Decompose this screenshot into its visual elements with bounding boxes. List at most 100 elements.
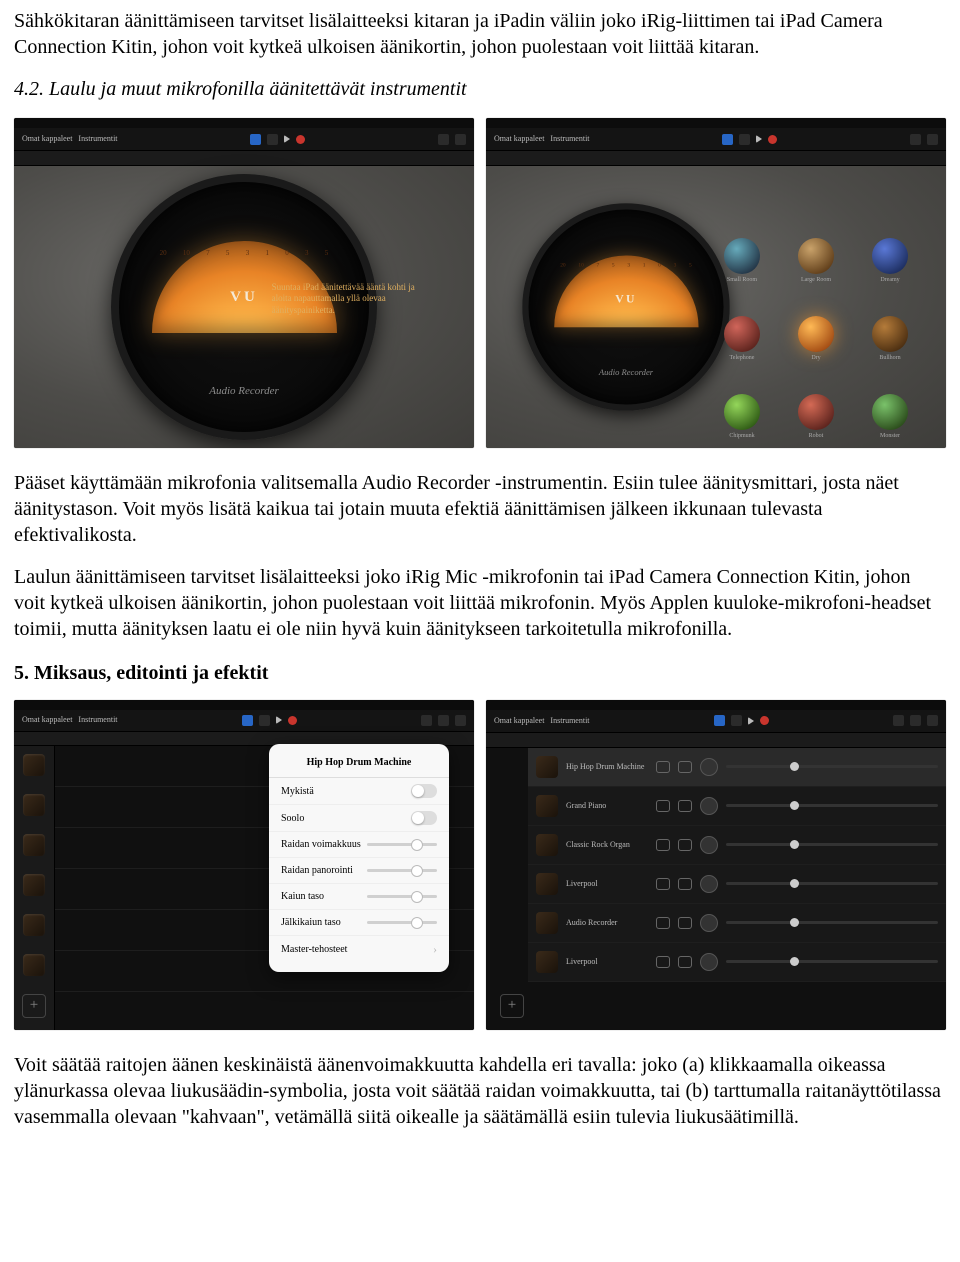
pan-knob[interactable]	[700, 797, 718, 815]
popup-row-reverb[interactable]: Jälkikaiun taso	[269, 910, 449, 936]
track-icon[interactable]	[23, 914, 45, 936]
effect-bullhorn[interactable]: Bullhorn	[862, 316, 918, 384]
toolbar-my-songs[interactable]: Omat kappaleet	[22, 715, 72, 725]
mixer-row[interactable]: Hip Hop Drum Machine	[528, 748, 946, 787]
volume-slider[interactable]	[726, 882, 938, 885]
record-button[interactable]	[760, 716, 769, 725]
toolbar-button[interactable]	[242, 715, 253, 726]
mute-icon[interactable]	[656, 917, 670, 929]
mute-icon[interactable]	[656, 956, 670, 968]
toolbar-button[interactable]	[714, 715, 725, 726]
volume-slider[interactable]	[726, 765, 938, 768]
mixer-row[interactable]: Classic Rock Organ	[528, 826, 946, 865]
slider[interactable]	[367, 921, 437, 924]
record-button[interactable]	[288, 716, 297, 725]
effect-telephone[interactable]: Telephone	[714, 316, 770, 384]
pan-knob[interactable]	[700, 836, 718, 854]
mute-icon[interactable]	[656, 878, 670, 890]
toolbar-instruments[interactable]: Instrumentit	[78, 134, 117, 144]
toolbar-instruments[interactable]: Instrumentit	[550, 716, 589, 726]
volume-slider[interactable]	[726, 960, 938, 963]
slider[interactable]	[367, 843, 437, 846]
toolbar-instruments[interactable]: Instrumentit	[550, 134, 589, 144]
help-icon[interactable]	[927, 134, 938, 145]
settings-icon[interactable]	[455, 715, 466, 726]
track-icon[interactable]	[23, 794, 45, 816]
settings-icon[interactable]	[910, 134, 921, 145]
rewind-button[interactable]	[259, 715, 270, 726]
effect-chipmunk[interactable]: Chipmunk	[714, 394, 770, 448]
headphones-icon[interactable]	[678, 917, 692, 929]
popup-row-echo[interactable]: Kaiun taso	[269, 884, 449, 910]
mute-icon[interactable]	[656, 839, 670, 851]
settings-icon[interactable]	[927, 715, 938, 726]
play-button[interactable]	[748, 717, 754, 725]
mixer-row[interactable]: Liverpool	[528, 943, 946, 982]
tracks-area: Hip Hop Drum Machine Grand Piano Classic…	[486, 748, 946, 1030]
mixer-row[interactable]: Grand Piano	[528, 787, 946, 826]
toolbar-my-songs[interactable]: Omat kappaleet	[22, 134, 72, 144]
pan-knob[interactable]	[700, 875, 718, 893]
rewind-button[interactable]	[267, 134, 278, 145]
add-track-button[interactable]: +	[22, 994, 46, 1018]
add-track-button[interactable]: +	[500, 994, 524, 1018]
track-icon[interactable]	[23, 834, 45, 856]
toggle[interactable]	[411, 784, 437, 798]
loop-icon[interactable]	[893, 715, 904, 726]
effect-dreamy[interactable]: Dreamy	[862, 238, 918, 306]
play-button[interactable]	[276, 716, 282, 724]
record-button[interactable]	[296, 135, 305, 144]
slider[interactable]	[367, 895, 437, 898]
rewind-button[interactable]	[731, 715, 742, 726]
mixer-row[interactable]: Liverpool	[528, 865, 946, 904]
effect-small-room[interactable]: Small Room	[714, 238, 770, 306]
headphones-icon[interactable]	[678, 839, 692, 851]
pan-knob[interactable]	[700, 914, 718, 932]
mixer-icon[interactable]	[438, 715, 449, 726]
slider[interactable]	[367, 869, 437, 872]
effect-robot[interactable]: Robot	[788, 394, 844, 448]
popup-row-mute[interactable]: Mykistä	[269, 778, 449, 805]
timeline[interactable]: Hip Hop Drum Machine Grand Piano Classic…	[486, 748, 946, 1030]
rewind-button[interactable]	[739, 134, 750, 145]
popup-row-solo[interactable]: Soolo	[269, 805, 449, 832]
volume-slider[interactable]	[726, 843, 938, 846]
mixer-icon[interactable]	[910, 715, 921, 726]
loop-icon[interactable]	[421, 715, 432, 726]
mute-icon[interactable]	[656, 800, 670, 812]
toolbar-my-songs[interactable]: Omat kappaleet	[494, 716, 544, 726]
play-button[interactable]	[284, 135, 290, 143]
headphones-icon[interactable]	[678, 761, 692, 773]
headphones-icon[interactable]	[678, 800, 692, 812]
track-icon[interactable]	[23, 874, 45, 896]
volume-slider[interactable]	[726, 921, 938, 924]
toolbar-instruments[interactable]: Instrumentit	[78, 715, 117, 725]
mute-icon[interactable]	[656, 761, 670, 773]
track-icon[interactable]	[23, 754, 45, 776]
track-settings-popup: Hip Hop Drum Machine Mykistä Soolo Raida…	[269, 744, 449, 972]
mixer-row[interactable]: Audio Recorder	[528, 904, 946, 943]
toggle[interactable]	[411, 811, 437, 825]
popup-row-volume[interactable]: Raidan voimakkuus	[269, 832, 449, 858]
settings-icon[interactable]	[438, 134, 449, 145]
record-button[interactable]	[768, 135, 777, 144]
toolbar-my-songs[interactable]: Omat kappaleet	[494, 134, 544, 144]
volume-slider[interactable]	[726, 804, 938, 807]
track-icon[interactable]	[23, 954, 45, 976]
popup-row-pan[interactable]: Raidan panorointi	[269, 858, 449, 884]
timeline-ruler[interactable]	[486, 733, 946, 748]
pan-knob[interactable]	[700, 953, 718, 971]
play-button[interactable]	[756, 135, 762, 143]
vu-area: 20107531035 VU Audio Recorder Suuntaa iP…	[14, 166, 474, 448]
help-icon[interactable]	[455, 134, 466, 145]
status-bar	[486, 118, 946, 128]
effect-dry[interactable]: Dry	[788, 316, 844, 384]
headphones-icon[interactable]	[678, 956, 692, 968]
toolbar-button[interactable]	[722, 134, 733, 145]
pan-knob[interactable]	[700, 758, 718, 776]
headphones-icon[interactable]	[678, 878, 692, 890]
popup-row-master[interactable]: Master-tehosteet›	[269, 936, 449, 964]
effect-monster[interactable]: Monster	[862, 394, 918, 448]
effect-large-room[interactable]: Large Room	[788, 238, 844, 306]
toolbar-button[interactable]	[250, 134, 261, 145]
